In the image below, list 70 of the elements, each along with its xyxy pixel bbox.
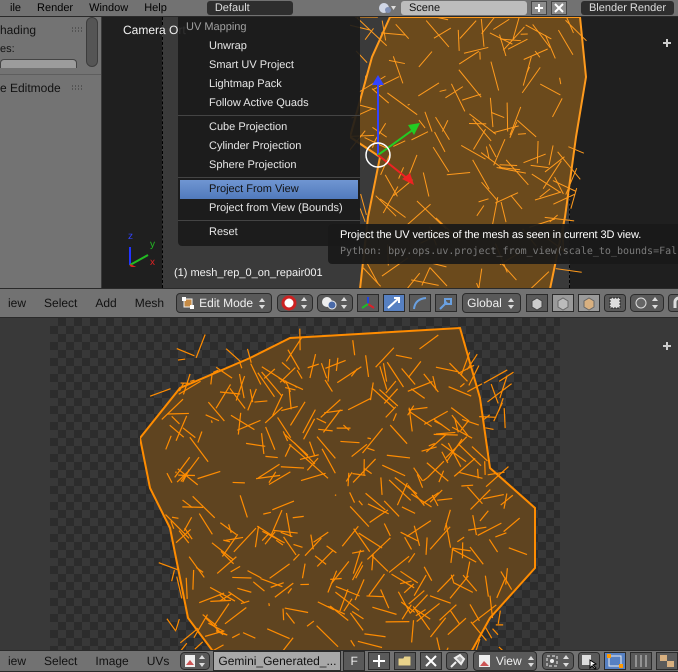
menu-item[interactable]: Mesh (126, 296, 172, 310)
rotate-arc-icon[interactable] (409, 294, 432, 312)
edge-select-icon[interactable] (630, 652, 652, 670)
tooltip-description: Project the UV vertices of the mesh as seen in current 3D view. (339, 228, 642, 241)
folder-icon[interactable] (394, 652, 416, 670)
menu-item[interactable]: UVs (138, 654, 178, 668)
menu-item[interactable]: Smart UV Project (178, 56, 360, 75)
axes-manipulator-icon[interactable] (357, 294, 380, 312)
close-icon[interactable] (420, 652, 442, 670)
menu-item[interactable]: Sphere Projection (178, 156, 360, 175)
close-icon[interactable] (550, 1, 567, 15)
up-down-arrow-icon (506, 296, 516, 310)
axis-label: z (128, 231, 133, 242)
shading-spheres-icon[interactable] (317, 294, 354, 312)
pin-icon[interactable] (446, 652, 468, 670)
menu-item[interactable]: Unwrap (178, 37, 360, 56)
menu-item[interactable]: Project From View (180, 180, 358, 199)
cube-vertices-icon (181, 296, 196, 310)
menu-item[interactable]: iew (0, 296, 34, 310)
tooltip-python: Python: bpy.ops.uv.project_from_view(scale_to_bounds=Fal (339, 245, 678, 257)
drag-handle-icon[interactable] (71, 85, 83, 91)
panel-title[interactable]: hading (0, 23, 36, 37)
edge-select-icon[interactable] (552, 294, 574, 312)
menu-item[interactable]: Cylinder Projection (178, 137, 360, 156)
proportional-edit-icon[interactable] (630, 294, 664, 312)
scale-icon[interactable] (435, 294, 458, 312)
up-down-arrow-icon (526, 654, 536, 668)
menu-item[interactable]: Window (83, 2, 134, 14)
object-info: (1) mesh_rep_0_on_repair001 (174, 267, 323, 279)
sync-selection-icon[interactable] (578, 652, 600, 670)
scene-field[interactable]: Scene (400, 1, 527, 15)
orientation-dropdown[interactable]: Global (462, 293, 521, 313)
image-icon (478, 654, 492, 668)
pivot-icon[interactable] (542, 652, 574, 670)
scrollbar[interactable] (86, 17, 98, 67)
image-name-field[interactable]: Gemini_Generated_... (213, 651, 342, 671)
menu-item[interactable]: Cube Projection (178, 118, 360, 137)
image-browse-icon[interactable] (180, 652, 210, 670)
menu-item[interactable]: iew (0, 654, 34, 668)
fake-user-button[interactable]: F (343, 651, 365, 671)
axis-label: y (150, 239, 155, 250)
menu-item[interactable]: Render (31, 2, 80, 14)
face-select-icon[interactable] (578, 294, 600, 312)
menu-item[interactable]: Select (36, 296, 86, 310)
menu-item[interactable]: Add (87, 296, 125, 310)
add-icon[interactable] (368, 652, 390, 670)
screen-layout-field[interactable]: Default (206, 1, 293, 15)
menu-item[interactable]: Lightmap Pack (178, 75, 360, 94)
face-select-icon[interactable] (656, 652, 678, 670)
menu-item[interactable]: Project from View (Bounds) (178, 199, 360, 218)
axis-label: x (150, 257, 155, 268)
vertex-select-icon[interactable] (604, 652, 626, 670)
menu-item[interactable]: Image (87, 654, 137, 668)
drag-handle-icon[interactable] (71, 27, 83, 33)
menu-item[interactable]: ile (4, 2, 28, 14)
scene-icon[interactable] (376, 1, 397, 15)
menu-item[interactable]: Select (36, 654, 86, 668)
field-label: es: (0, 43, 16, 55)
add-icon[interactable] (530, 1, 547, 15)
menu-item[interactable]: Help (138, 2, 173, 14)
axis-lines-icon (128, 245, 150, 267)
render-engine-field[interactable]: Blender Render (580, 1, 674, 15)
panel-title[interactable]: e Editmode (0, 81, 61, 95)
occlude-geometry-icon[interactable] (604, 294, 626, 312)
mode-dropdown[interactable]: Edit Mode (176, 293, 272, 313)
pivot-icon[interactable] (277, 294, 314, 312)
vertex-select-icon[interactable] (526, 294, 548, 312)
up-down-arrow-icon (257, 296, 268, 310)
menu-item[interactable]: Follow Active Quads (178, 94, 360, 113)
view-mode-dropdown[interactable]: View (472, 651, 537, 671)
